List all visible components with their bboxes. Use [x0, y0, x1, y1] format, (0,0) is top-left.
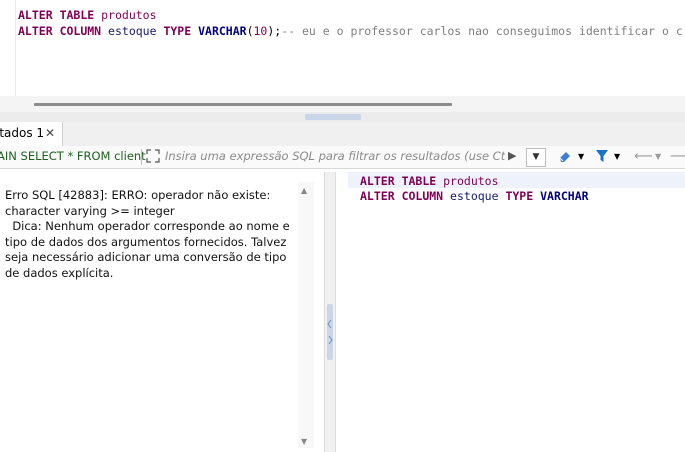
back-arrow-icon[interactable]: ⟵ — [634, 148, 653, 165]
tab-results-1[interactable]: ltados 1 ✕ — [0, 122, 63, 146]
splitter-grip[interactable] — [327, 304, 333, 360]
divider — [141, 149, 142, 165]
error-hint: Dica: Nenhum operador corresponde ao nom… — [5, 219, 294, 280]
scroll-down-icon[interactable]: ▼ — [301, 437, 307, 446]
results-filter-bar: AIN SELECT * FROM client Insira uma expr… — [0, 146, 685, 169]
scroll-up-icon[interactable]: ▲ — [301, 186, 307, 195]
chevron-down-icon[interactable]: ▼ — [655, 148, 661, 165]
eraser-icon[interactable] — [557, 148, 573, 169]
error-text: Erro SQL [42883]: ERRO: operador não exi… — [5, 188, 297, 281]
error-vertical-scrollbar[interactable]: ▲ ▼ — [298, 182, 314, 448]
filter-expression-input[interactable]: Insira uma expressão SQL para filtrar os… — [165, 149, 505, 163]
executed-query-panel: ALTER TABLE produtos ALTER COLUMN estoqu… — [348, 172, 685, 452]
query-label[interactable]: AIN SELECT * FROM client — [0, 149, 146, 163]
editor-horizontal-scrollbar[interactable] — [0, 96, 685, 112]
close-icon[interactable]: ✕ — [45, 122, 55, 144]
sql-editor[interactable]: ALTER TABLE produtos ALTER COLUMN estoqu… — [0, 0, 685, 96]
run-icon[interactable]: ▶ — [508, 149, 516, 162]
editor-gutter — [0, 0, 16, 96]
filter-icon[interactable] — [595, 148, 609, 169]
chevron-down-icon[interactable]: ▼ — [578, 148, 584, 165]
results-tab-bar: ltados 1 ✕ — [0, 122, 685, 147]
scrollbar-thumb[interactable] — [34, 103, 452, 106]
query-line-1: ALTER TABLE produtos — [360, 174, 499, 188]
error-message: Erro SQL [42883]: ERRO: operador não exi… — [5, 188, 271, 218]
tab-label: ltados 1 — [0, 126, 45, 140]
chevron-down-icon[interactable]: ▼ — [614, 148, 620, 165]
chevron-down-icon: ▼ — [532, 152, 540, 162]
panel-splitter[interactable] — [324, 172, 336, 452]
expand-icon[interactable] — [146, 149, 160, 163]
query-line-2: ALTER COLUMN estoque TYPE VARCHAR — [360, 189, 589, 203]
filter-history-dropdown[interactable]: ▼ — [526, 148, 546, 167]
editor-line-2: ALTER COLUMN estoque TYPE VARCHAR(10);--… — [18, 24, 683, 38]
error-message-panel: Erro SQL [42883]: ERRO: operador não exi… — [0, 172, 298, 452]
forward-arrow-icon[interactable]: ⟶ — [670, 148, 685, 165]
editor-line-1: ALTER TABLE produtos — [18, 8, 157, 22]
splitter-grip[interactable] — [305, 114, 361, 120]
